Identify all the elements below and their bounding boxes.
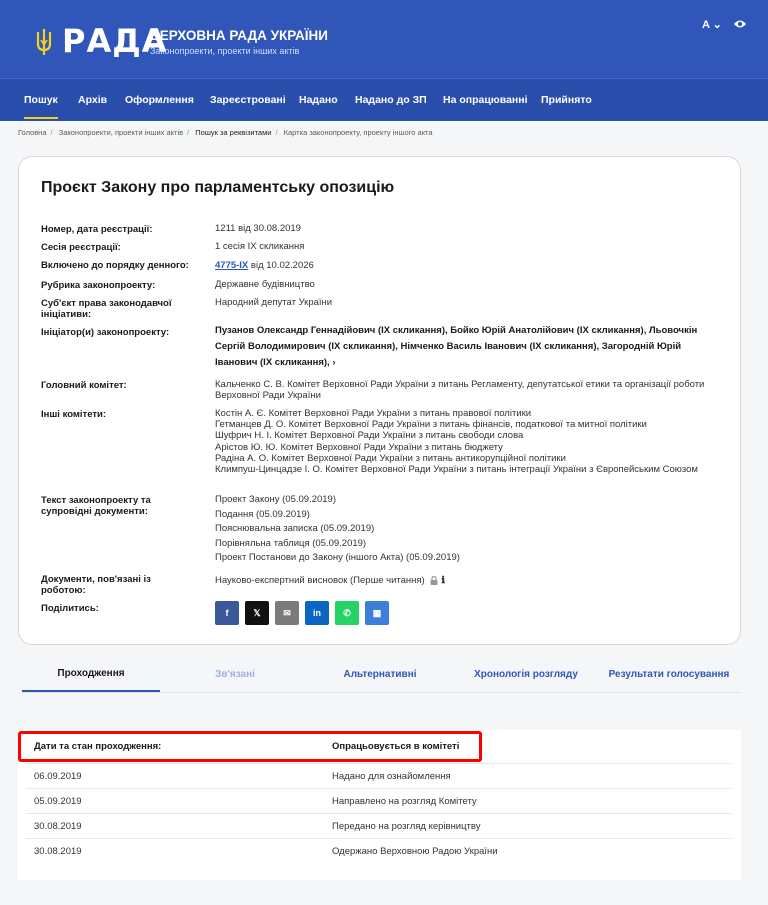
nav-item-submitted-zp[interactable]: Надано до ЗП (355, 94, 427, 106)
passage-header-label: Дати та стан проходження: (34, 741, 162, 752)
current-status: Опрацьовується в комітеті (332, 741, 460, 752)
tab-linked[interactable]: Зв'язані (170, 657, 300, 692)
subject-label: Суб'єкт права законодавчої ініціативи: (41, 298, 172, 320)
row-date: 30.08.2019 (34, 846, 82, 857)
site-header: РАДА Верховна Рада України Законопроекти… (0, 0, 768, 78)
trident-logo-icon[interactable] (34, 28, 54, 56)
nav-item-in-review[interactable]: На опрацюванні (443, 94, 528, 106)
committee-item: Климпуш-Цинцадзе І. О. Комітет Верховної… (215, 464, 698, 476)
main-committee-label: Головний комітет: (41, 380, 127, 391)
agenda-label: Включено до порядку денного: (41, 260, 189, 271)
rubric-value: Державне будівництво (215, 279, 315, 290)
row-status: Передано на розгляд керівництву (332, 821, 481, 832)
bill-card: Проєкт Закону про парламентську опозицію… (18, 156, 741, 645)
agenda-link[interactable]: 4775-IX (215, 260, 248, 271)
table-row: 05.09.2019 Направлено на розгляд Комітет… (26, 788, 731, 813)
language-switcher[interactable]: A ⌄ (702, 18, 722, 31)
committee-item: Радіна А. О. Комітет Верховної Ради Укра… (215, 452, 566, 464)
doc-link[interactable]: Порівняльна таблиця (05.09.2019) (215, 537, 720, 552)
related-docs-value: Науково-експертний висновок (Перше читан… (215, 575, 720, 586)
breadcrumb-current: Картка законопроекту, проекту іншого акт… (283, 128, 433, 137)
breadcrumb-separator: / (275, 128, 278, 137)
docs-label: Текст законопроекту та супровідні докуме… (41, 495, 151, 517)
agenda-value: 4775-IX від 10.02.2026 (215, 260, 720, 271)
agenda-date: від 10.02.2026 (248, 260, 314, 271)
committee-item: Гетманцев Д. О. Комітет Верховної Ради У… (215, 419, 647, 431)
session-label: Сесія реєстрації: (41, 242, 121, 253)
doc-link[interactable]: Проект Закону (05.09.2019) (215, 493, 720, 508)
facebook-icon[interactable]: f (215, 601, 239, 625)
doc-link[interactable]: Подання (05.09.2019) (215, 508, 720, 523)
initiators-value[interactable]: Пузанов Олександр Геннадійович (IX склик… (215, 323, 707, 371)
breadcrumb-bills[interactable]: Законопроекти, проекти інших актів (59, 128, 183, 137)
related-docs-label: Документи, пов'язані із роботою: (41, 574, 151, 596)
site-subtitle: Законопроекти, проекти інших актів (150, 46, 300, 56)
eye-icon[interactable] (733, 19, 747, 29)
tab-passage[interactable]: Проходження (22, 657, 160, 692)
nav-item-registered[interactable]: Зареєстровані (210, 94, 286, 106)
nav-item-accepted[interactable]: Прийнято (541, 94, 592, 106)
initiators-label: Ініціатор(и) законопроекту: (41, 327, 170, 338)
tab-voting-results[interactable]: Результати голосування (602, 657, 736, 692)
doc-link[interactable]: Проект Постанови до Закону (іншого Акта)… (215, 551, 720, 566)
other-committees-list: Костін А. Є. Комітет Верховної Ради Укра… (215, 408, 720, 475)
committee-item: Шуфрич Н. І. Комітет Верховної Ради Укра… (215, 430, 524, 442)
whatsapp-icon[interactable]: ✆ (335, 601, 359, 625)
number-value: 1211 від 30.08.2019 (215, 223, 301, 234)
nav-item-archive[interactable]: Архів (78, 94, 107, 106)
subject-value: Народний депутат України (215, 297, 333, 308)
row-date: 30.08.2019 (34, 821, 82, 832)
passage-table: Дати та стан проходження: Опрацьовується… (18, 730, 741, 880)
email-icon[interactable]: ✉ (275, 601, 299, 625)
row-date: 06.09.2019 (34, 771, 82, 782)
qr-code-icon[interactable]: ▦ (365, 601, 389, 625)
related-doc-link[interactable]: Науково-експертний висновок (Перше читан… (215, 575, 425, 586)
table-row: 30.08.2019 Одержано Верховною Радою Укра… (26, 838, 731, 863)
row-date: 05.09.2019 (34, 796, 82, 807)
committee-item: Костін А. Є. Комітет Верховної Ради Укра… (215, 408, 532, 419)
x-twitter-icon[interactable]: 𝕏 (245, 601, 269, 625)
linkedin-icon[interactable]: in (305, 601, 329, 625)
breadcrumb: Головна / Законопроекти, проекти інших ак… (18, 128, 437, 137)
page-title: Проєкт Закону про парламентську опозицію (41, 179, 395, 196)
nav-item-submitted[interactable]: Надано (299, 94, 338, 106)
tab-alternative[interactable]: Альтернативні (312, 657, 448, 692)
nav-item-processing[interactable]: Оформлення (125, 94, 194, 106)
rubric-label: Рубрика законопроекту: (41, 280, 156, 291)
doc-link[interactable]: Пояснювальна записка (05.09.2019) (215, 522, 720, 537)
lock-icon (430, 575, 438, 585)
row-status: Одержано Верховною Радою України (332, 846, 498, 857)
breadcrumb-search[interactable]: Пошук за реквізитами (195, 128, 271, 137)
breadcrumb-separator: / (187, 128, 190, 137)
info-icon[interactable]: ℹ (441, 575, 445, 586)
number-label: Номер, дата реєстрації: (41, 224, 153, 235)
other-committees-label: Інші комітети: (41, 409, 107, 420)
nav-item-search[interactable]: Пошук (24, 94, 58, 119)
docs-list: Проект Закону (05.09.2019) Подання (05.0… (215, 493, 720, 566)
session-value: 1 сесія IX скликання (215, 241, 305, 252)
detail-tabs: Проходження Зв'язані Альтернативні Хроно… (22, 657, 742, 693)
tab-chronology[interactable]: Хронологія розгляду (458, 657, 594, 692)
table-row: 30.08.2019 Передано на розгляд керівницт… (26, 813, 731, 838)
row-status: Направлено на розгляд Комітету (332, 796, 477, 807)
table-row: 06.09.2019 Надано для ознайомлення (26, 763, 731, 788)
breadcrumb-home[interactable]: Головна (18, 128, 47, 137)
row-status: Надано для ознайомлення (332, 771, 451, 782)
main-committee-value: Кальченко С. В. Комітет Верховної Ради У… (215, 379, 705, 401)
site-title[interactable]: Верховна Рада України (150, 28, 328, 43)
committee-item: Арістов Ю. Ю. Комітет Верховної Ради Укр… (215, 441, 503, 453)
main-nav: Пошук Архів Оформлення Зареєстровані Над… (0, 78, 768, 121)
breadcrumb-separator: / (50, 128, 53, 137)
share-label: Поділитись: (41, 603, 99, 614)
